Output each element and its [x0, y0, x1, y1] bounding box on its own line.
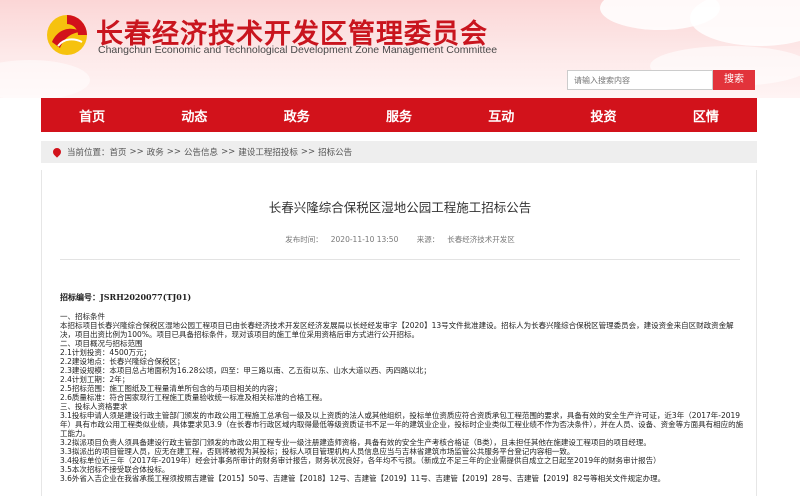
nav-item-investment[interactable]: 投资: [554, 106, 654, 125]
body-line: 3.5本次招标不接受联合体投标。: [60, 465, 170, 474]
body-line: 3.6外省入吉企业在我省承揽工程须按照吉建管【2015】50号、吉建管【2018…: [60, 474, 666, 483]
breadcrumb-link-construction-bidding[interactable]: 建设工程招投标: [238, 146, 298, 158]
breadcrumb-link-announcements[interactable]: 公告信息: [184, 146, 218, 158]
nav-item-government[interactable]: 政务: [247, 106, 347, 125]
nav-item-district-info[interactable]: 区情: [656, 106, 756, 125]
nav-item-home[interactable]: 首页: [42, 106, 142, 125]
breadcrumb: 当前位置： 首页 >> 政务 >> 公告信息 >> 建设工程招投标 >> 招标公…: [41, 141, 757, 163]
body-line: 二、项目概况与招标范围: [60, 339, 143, 348]
main-nav: 首页 动态 政务 服务 互动 投资 区情: [41, 98, 757, 132]
body-line: 三、投标人资格要求: [60, 402, 128, 411]
breadcrumb-separator: >>: [300, 147, 316, 157]
body-line: 3.3拟派出的项目管理人员，应无在建工程，否则将被视为其投标；投标人项目管理机构…: [60, 447, 575, 456]
breadcrumb-separator: >>: [221, 147, 236, 157]
breadcrumb-link-home[interactable]: 首页: [110, 146, 127, 158]
breadcrumb-prefix: 当前位置：: [67, 148, 110, 158]
publish-date-label: 发布时间：: [285, 235, 323, 244]
article-container: 长春兴隆综合保税区湿地公园工程施工招标公告 发布时间： 2020-11-10 13…: [41, 170, 757, 496]
body-line: 2.5招标范围：施工图纸及工程量清单所包含的与项目相关的内容；: [60, 384, 282, 393]
body-line: 2.3建设规模：本项目总占地面积为16.28公顷，四至：甲三路以南、乙五街以东、…: [60, 366, 431, 375]
body-line: 3.2拟派项目负责人须具备建设行政主管部门颁发的市政公用工程专业一级注册建造师资…: [60, 438, 651, 447]
emblem-logo-icon: [47, 15, 87, 55]
header-cloud-decoration: [0, 60, 90, 98]
nav-item-news[interactable]: 动态: [144, 106, 244, 125]
body-line: 2.6质量标准：符合国家现行工程施工质量验收统一标准及相关标准的合格工程。: [60, 393, 327, 402]
header-cloud-decoration: [690, 0, 800, 46]
site-subtitle: Changchun Economic and Technological Dev…: [98, 44, 498, 56]
search-input[interactable]: [567, 70, 713, 90]
search-button[interactable]: 搜索: [713, 70, 755, 90]
body-line: 本招标项目长春兴隆综合保税区湿地公园工程项目已由长春经济技术开发区经济发展局以长…: [60, 321, 734, 339]
title-divider: [60, 259, 740, 260]
body-line: 2.2建设地点：长春兴隆综合保税区；: [60, 357, 185, 366]
nav-item-services[interactable]: 服务: [349, 106, 449, 125]
source-value: 长春经济技术开发区: [447, 235, 515, 244]
body-line: 2.1计划投资：4500万元；: [60, 348, 152, 357]
breadcrumb-link-tender-notice[interactable]: 招标公告: [318, 146, 352, 158]
publish-date: 发布时间： 2020-11-10 13:50: [281, 235, 402, 244]
article-title: 长春兴隆综合保税区湿地公园工程施工招标公告: [268, 200, 532, 215]
article-source: 来源： 长春经济技术开发区: [413, 235, 519, 244]
bid-number: 招标编号：JSRH2020077(TJ01): [60, 292, 192, 302]
publish-date-value: 2020-11-10 13:50: [330, 235, 399, 244]
source-label: 来源：: [416, 235, 440, 244]
article-body: 招标编号：JSRH2020077(TJ01) 一、招标条件 本招标项目长春兴隆综…: [60, 292, 746, 484]
body-line: 2.4计划工期：2年；: [60, 375, 130, 384]
site-header: 长春经济技术开发区管理委员会 Changchun Economic and Te…: [0, 0, 800, 98]
nav-item-interaction[interactable]: 互动: [451, 106, 551, 125]
breadcrumb-separator: >>: [166, 147, 182, 157]
article-meta: 发布时间： 2020-11-10 13:50 来源： 长春经济技术开发区: [42, 234, 758, 245]
body-line: 一、招标条件: [60, 312, 105, 321]
breadcrumb-separator: >>: [129, 147, 144, 157]
breadcrumb-link-government[interactable]: 政务: [147, 146, 164, 158]
body-line: 3.4投标单位近三年（2017年-2019年）经会计事务所审计的财务审计报告，财…: [60, 456, 661, 465]
body-line: 3.1投标申请人须是建设行政主管部门颁发的市政公用工程施工总承包一级及以上资质的…: [60, 411, 744, 438]
location-pin-icon: [51, 146, 63, 158]
